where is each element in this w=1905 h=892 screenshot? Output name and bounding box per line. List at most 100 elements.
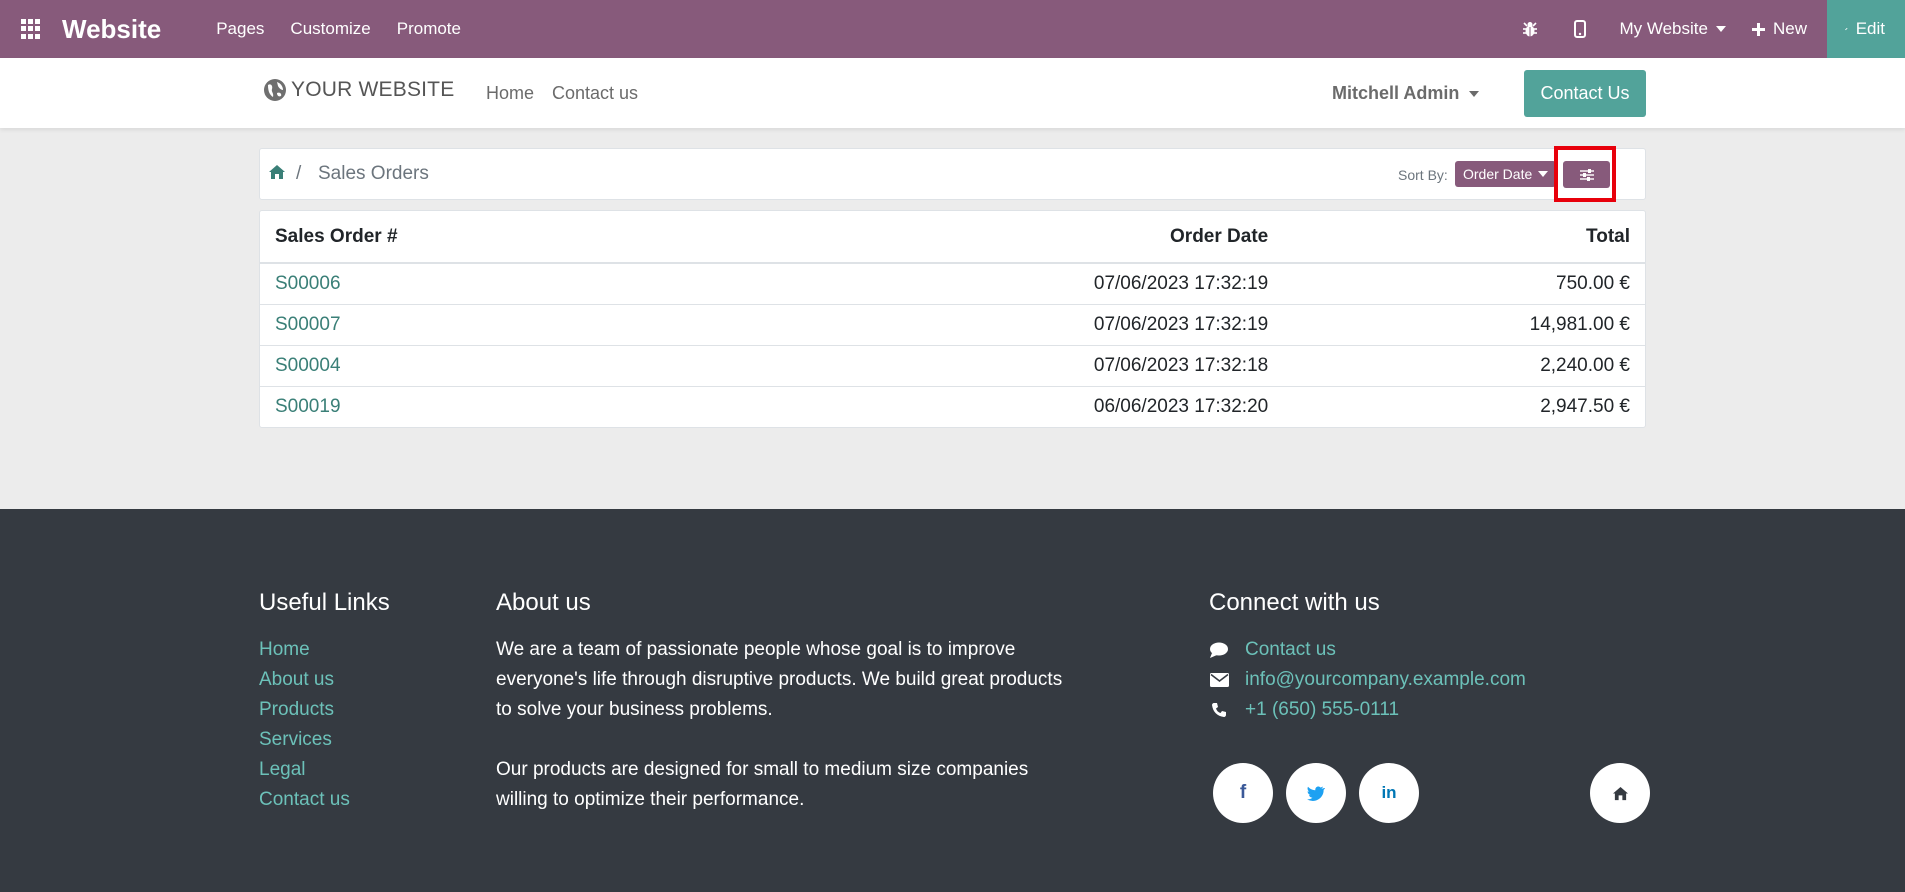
apps-grid-icon [21, 19, 41, 39]
app-name[interactable]: Website [62, 14, 161, 45]
phone-icon [1212, 703, 1226, 717]
menu-promote[interactable]: Promote [384, 19, 474, 39]
logo-text: YOUR WEBSITE [291, 78, 455, 101]
connect-title: Connect with us [1209, 589, 1380, 616]
contact-row[interactable]: Contact us [1209, 635, 1649, 665]
about-paragraph-2: Our products are designed for small to m… [496, 759, 1029, 810]
footer-link-about[interactable]: About us [259, 665, 390, 695]
phone-row[interactable]: +1 (650) 555-0111 [1209, 695, 1649, 725]
order-date-cell: 07/06/2023 17:32:19 [1093, 272, 1269, 294]
order-number-cell: S00019 [260, 385, 684, 427]
admin-menu: Pages Customize Promote [203, 19, 474, 39]
social-links: f in [1213, 763, 1650, 823]
highlight-box [1554, 146, 1616, 202]
chevron-down-icon [1538, 171, 1549, 177]
facebook-button[interactable]: f [1213, 763, 1273, 823]
facebook-icon: f [1239, 782, 1247, 803]
breadcrumb: / Sales Orders Sort By: Order Date [259, 148, 1646, 200]
order-link[interactable]: S00006 [275, 273, 341, 294]
order-date-cell: 07/06/2023 17:32:19 [683, 303, 1284, 345]
table-row[interactable]: S00006 07/06/2023 17:32:19 750.00 € [260, 263, 1645, 304]
mobile-icon [1574, 20, 1587, 38]
site-footer: Useful Links Home About us Products Serv… [0, 509, 1905, 892]
footer-link-contact[interactable]: Contact us [259, 785, 390, 815]
edit-button[interactable]: Edit [1827, 0, 1905, 58]
order-number-cell: S00007 [260, 303, 684, 345]
home-icon [269, 165, 285, 179]
site-nav: Home Contact us [486, 83, 638, 104]
chevron-down-icon [1715, 26, 1726, 32]
edit-button-label: Edit [1855, 19, 1885, 38]
website-selector-label: My Website [1619, 19, 1708, 38]
site-header: YOUR WEBSITE Home Contact us Mitchell Ad… [0, 58, 1905, 128]
table-row[interactable]: S00019 06/06/2023 17:32:20 2,947.50 € [260, 385, 1645, 427]
globe-icon [264, 79, 286, 101]
order-link[interactable]: S00019 [275, 396, 341, 417]
about-title: About us [496, 589, 591, 616]
footer-link-services[interactable]: Services [259, 725, 390, 755]
twitter-icon [1307, 786, 1325, 801]
contact-link[interactable]: Contact us [1245, 635, 1336, 665]
order-total-cell: 750.00 € [1556, 272, 1630, 294]
twitter-button[interactable] [1286, 763, 1346, 823]
admin-right-tools: My Website New Edit [1505, 0, 1905, 58]
nav-contact-us[interactable]: Contact us [552, 83, 638, 104]
new-button-label: New [1772, 19, 1807, 38]
order-total-cell: 2,947.50 € [1283, 385, 1645, 427]
order-number-cell: S00004 [260, 344, 684, 386]
page-title: Sales Orders [318, 163, 429, 184]
email-link[interactable]: info@yourcompany.example.com [1245, 665, 1526, 695]
phone-link[interactable]: +1 (650) 555-0111 [1245, 695, 1399, 725]
mobile-preview-button[interactable] [1555, 0, 1605, 58]
breadcrumb-home[interactable] [268, 164, 286, 185]
footer-about: About us We are a team of passionate peo… [496, 589, 1066, 815]
debug-button[interactable] [1505, 0, 1555, 58]
apps-menu-button[interactable] [0, 0, 62, 58]
menu-pages[interactable]: Pages [203, 19, 277, 39]
col-header-date: Order Date [683, 211, 1284, 264]
website-selector[interactable]: My Website [1605, 19, 1746, 39]
orders-table: Sales Order # Order Date Total S00006 07… [260, 211, 1645, 427]
plus-icon [1751, 22, 1765, 36]
order-number-cell: S00006 [260, 263, 683, 304]
linkedin-button[interactable]: in [1359, 763, 1419, 823]
breadcrumb-separator: / [296, 163, 302, 184]
admin-navbar: Website Pages Customize Promote My Websi… [0, 0, 1905, 58]
site-logo[interactable]: YOUR WEBSITE [263, 78, 454, 102]
pencil-icon [1845, 27, 1848, 31]
nav-home[interactable]: Home [486, 83, 534, 104]
user-name: Mitchell Admin [1332, 83, 1460, 103]
table-row[interactable]: S00004 07/06/2023 17:32:18 2,240.00 € [260, 344, 1645, 386]
new-button[interactable]: New [1746, 19, 1827, 39]
order-total-cell: 2,240.00 € [1283, 344, 1645, 386]
useful-links-title: Useful Links [259, 589, 390, 616]
col-header-total: Total [1283, 211, 1645, 264]
order-date-cell: 06/06/2023 17:32:20 [683, 385, 1284, 427]
table-row[interactable]: S00007 07/06/2023 17:32:19 14,981.00 € [260, 303, 1645, 345]
home-icon [1612, 786, 1628, 800]
bug-icon [1523, 21, 1538, 37]
menu-customize[interactable]: Customize [277, 19, 383, 39]
user-menu[interactable]: Mitchell Admin [1332, 83, 1480, 104]
footer-link-legal[interactable]: Legal [259, 755, 390, 785]
contact-us-button[interactable]: Contact Us [1524, 70, 1646, 117]
footer-link-home[interactable]: Home [259, 635, 390, 665]
about-paragraph-1: We are a team of passionate people whose… [496, 639, 1063, 720]
sort-dropdown[interactable]: Order Date [1455, 161, 1557, 187]
envelope-icon [1209, 673, 1229, 687]
linkedin-icon: in [1381, 783, 1397, 802]
order-date-cell: 07/06/2023 17:32:18 [683, 344, 1284, 386]
order-link[interactable]: S00004 [275, 355, 341, 376]
footer-useful-links: Useful Links Home About us Products Serv… [259, 589, 390, 815]
email-row[interactable]: info@yourcompany.example.com [1209, 665, 1649, 695]
home-button[interactable] [1590, 763, 1650, 823]
order-link[interactable]: S00007 [275, 314, 341, 335]
orders-table-card: Sales Order # Order Date Total S00006 07… [259, 210, 1646, 428]
footer-connect: Connect with us Contact us info@yourcomp… [1209, 589, 1650, 823]
footer-link-products[interactable]: Products [259, 695, 390, 725]
chevron-down-icon [1469, 90, 1480, 97]
sort-label: Sort By: [1398, 167, 1448, 183]
col-header-order: Sales Order # [260, 211, 684, 264]
comment-icon [1210, 642, 1228, 658]
order-total-cell: 14,981.00 € [1283, 303, 1645, 345]
